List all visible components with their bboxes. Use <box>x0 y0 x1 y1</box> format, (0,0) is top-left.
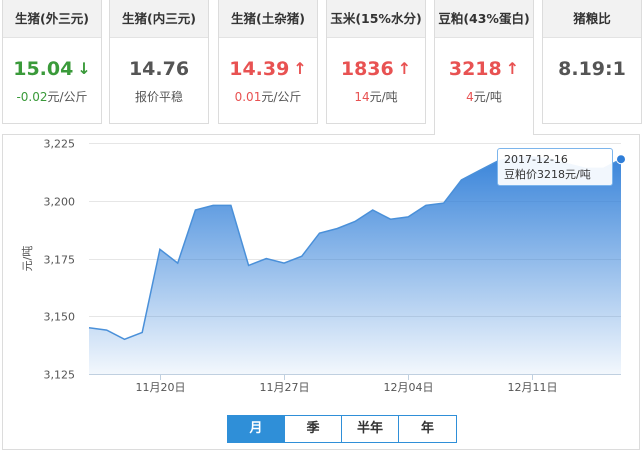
price-card-1[interactable]: 生猪(内三元) 14.76 报价平稳 <box>109 0 209 124</box>
card-change-unit: 元/吨 <box>369 90 398 104</box>
card-change-amount: 4 <box>466 90 474 104</box>
card-value: 8.19:1 <box>543 58 641 80</box>
price-cards: 生猪(外三元) 15.04 ↓ -0.02元/公斤 生猪(内三元) 14.76 报价平稳 生猪… <box>0 0 642 135</box>
tooltip-date: 2017-12-16 <box>504 153 568 166</box>
x-tick-label: 11月20日 <box>136 381 186 394</box>
card-change: 14元/吨 <box>327 89 425 105</box>
range-tab-2[interactable]: 半年 <box>342 416 399 442</box>
card-change: -0.02元/公斤 <box>3 89 101 105</box>
price-card-4[interactable]: 豆粕(43%蛋白) 3218 ↑ 4元/吨 <box>434 0 534 135</box>
chart-tooltip: 2017-12-16 豆粕价3218元/吨 <box>497 148 613 186</box>
y-tick-label: 3,125 <box>44 369 76 382</box>
x-tick-label: 11月27日 <box>260 381 310 394</box>
tooltip-text: 豆粕价3218元/吨 <box>504 168 591 181</box>
card-value: 1836 ↑ <box>327 58 425 80</box>
y-tick-label: 3,200 <box>44 196 76 209</box>
price-card-2[interactable]: 生猪(土杂猪) 14.39 ↑ 0.01元/公斤 <box>218 0 318 124</box>
card-value-number: 14.39 <box>229 58 290 80</box>
card-change-unit: 元/公斤 <box>47 90 88 104</box>
arrow-down-icon: ↓ <box>77 59 91 78</box>
price-card-3[interactable]: 玉米(15%水分) 1836 ↑ 14元/吨 <box>326 0 426 124</box>
card-change: 报价平稳 <box>134 90 183 104</box>
card-value-number: 8.19:1 <box>558 58 626 80</box>
card-value: 14.76 <box>110 58 208 80</box>
card-title: 生猪(土杂猪) <box>219 0 317 38</box>
card-value-number: 14.76 <box>128 58 190 80</box>
price-chart-panel: 3,125 3,150 3,175 3,200 3,225 元/吨 11月20日 11月27日… <box>2 134 640 450</box>
y-tick-label: 3,175 <box>44 254 76 267</box>
card-title: 猪粮比 <box>543 0 641 38</box>
card-value: 3218 ↑ <box>435 58 533 80</box>
y-tick-label: 3,150 <box>44 311 76 324</box>
x-tick-label: 12月11日 <box>508 381 558 394</box>
x-tick-label: 12月04日 <box>384 381 434 394</box>
arrow-up-icon: ↑ <box>397 59 412 78</box>
card-title: 豆粕(43%蛋白) <box>435 0 533 38</box>
arrow-up-icon: ↑ <box>293 59 307 78</box>
card-change-amount: 14 <box>354 90 370 104</box>
card-change: 0.01元/公斤 <box>219 89 317 105</box>
card-value: 15.04 ↓ <box>3 58 101 80</box>
card-value-number: 1836 <box>340 58 394 80</box>
card-change-amount: 0.01 <box>234 90 262 104</box>
data-point <box>616 154 626 165</box>
card-value-number: 3218 <box>448 58 502 80</box>
range-tab-3[interactable]: 年 <box>399 416 456 442</box>
card-title: 生猪(内三元) <box>110 0 208 38</box>
range-tabs: 月季半年年 <box>227 415 457 443</box>
price-card-5[interactable]: 猪粮比 8.19:1 <box>542 0 642 124</box>
card-value-number: 15.04 <box>13 58 74 80</box>
price-card-0[interactable]: 生猪(外三元) 15.04 ↓ -0.02元/公斤 <box>2 0 102 124</box>
card-value: 14.39 ↑ <box>219 58 317 80</box>
range-tab-0[interactable]: 月 <box>228 416 285 442</box>
arrow-up-icon: ↑ <box>505 59 520 78</box>
series-area <box>89 156 621 374</box>
range-tab-1[interactable]: 季 <box>285 416 342 442</box>
card-change-unit: 元/吨 <box>473 90 502 104</box>
card-change: 4元/吨 <box>435 89 533 105</box>
card-title: 玉米(15%水分) <box>327 0 425 38</box>
card-title: 生猪(外三元) <box>3 0 101 38</box>
y-axis-label: 元/吨 <box>21 246 34 272</box>
card-change-unit: 元/公斤 <box>261 90 302 104</box>
y-tick-label: 3,225 <box>44 138 76 151</box>
card-change-amount: -0.02 <box>16 90 48 104</box>
